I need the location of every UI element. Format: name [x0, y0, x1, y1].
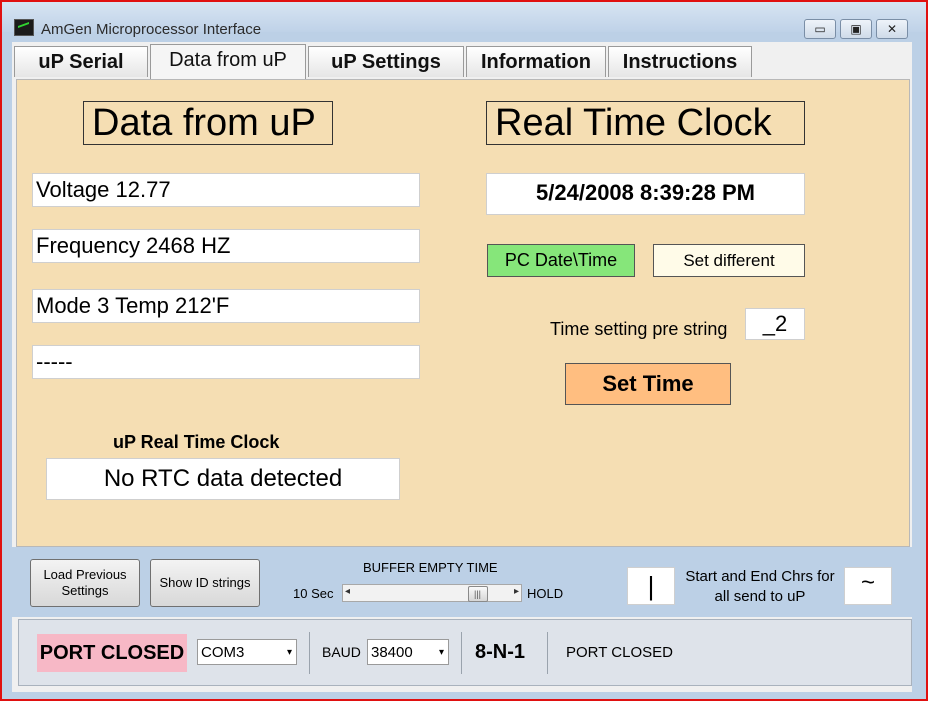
- baud-select[interactable]: 38400 ▾: [367, 639, 449, 665]
- rtc-value: No RTC data detected: [46, 458, 400, 500]
- tab-up-serial[interactable]: uP Serial: [14, 46, 148, 77]
- set-different-button[interactable]: Set different: [653, 244, 805, 277]
- tab-data-from-up[interactable]: Data from uP: [150, 44, 306, 79]
- divider: [547, 632, 548, 674]
- com-port-select[interactable]: COM3 ▾: [197, 639, 297, 665]
- title-bar[interactable]: AmGen Microprocessor Interface ▭ ▣ ✕: [2, 2, 926, 39]
- mode-temp-field: Mode 3 Temp 212'F: [32, 289, 420, 323]
- status-line-field: -----: [32, 345, 420, 379]
- port-status-badge: PORT CLOSED: [37, 634, 187, 672]
- start-end-label: Start and End Chrs for all send to uP: [685, 568, 835, 605]
- port-status-text: PORT CLOSED: [566, 644, 673, 661]
- data-panel: Data from uP Real Time Clock Voltage 12.…: [16, 79, 910, 547]
- set-time-button[interactable]: Set Time: [565, 363, 731, 405]
- slider-min-label: 10 Sec: [293, 586, 334, 601]
- tab-bar: uP Serial Data from uP uP Settings Infor…: [12, 42, 912, 79]
- minimize-button[interactable]: ▭: [804, 19, 836, 39]
- divider: [461, 632, 462, 674]
- maximize-button[interactable]: ▣: [840, 19, 872, 39]
- baud-label: BAUD: [322, 644, 361, 660]
- client-area: uP Serial Data from uP uP Settings Infor…: [12, 42, 912, 692]
- buffer-time-slider[interactable]: ◂ ||| ▸: [342, 584, 522, 602]
- frequency-field: Frequency 2468 HZ: [32, 229, 420, 263]
- rtc-label: uP Real Time Clock: [113, 432, 280, 452]
- voltage-field: Voltage 12.77: [32, 173, 420, 207]
- show-id-strings-button[interactable]: Show ID strings: [150, 559, 260, 607]
- pre-string-input[interactable]: _2: [745, 308, 805, 340]
- divider: [309, 632, 310, 674]
- slider-max-label: HOLD: [527, 586, 564, 601]
- app-icon: [14, 19, 34, 36]
- window-title: AmGen Microprocessor Interface: [41, 21, 262, 38]
- slider-right-arrow[interactable]: ▸: [514, 586, 519, 597]
- load-previous-settings-button[interactable]: Load Previous Settings: [30, 559, 140, 607]
- tab-information[interactable]: Information: [466, 46, 606, 77]
- start-end-char-field[interactable]: |: [627, 567, 675, 605]
- status-bar: PORT CLOSED COM3 ▾ BAUD 38400 ▾ 8-N-1 PO…: [18, 619, 912, 686]
- close-button[interactable]: ✕: [876, 19, 908, 39]
- chevron-down-icon: ▾: [438, 647, 444, 658]
- buffer-empty-time-label: BUFFER EMPTY TIME: [363, 560, 498, 575]
- com-port-value: COM3: [201, 644, 245, 661]
- clock-display: 5/24/2008 8:39:28 PM: [486, 173, 805, 215]
- app-window: AmGen Microprocessor Interface ▭ ▣ ✕ uP …: [0, 0, 928, 701]
- tab-instructions[interactable]: Instructions: [608, 46, 752, 77]
- clock-heading: Real Time Clock: [486, 101, 805, 145]
- serial-format: 8-N-1: [475, 641, 526, 663]
- pre-string-label: Time setting pre string: [550, 319, 728, 339]
- chevron-down-icon: ▾: [286, 647, 292, 658]
- settings-toolbar: Load Previous Settings Show ID strings B…: [12, 547, 912, 617]
- slider-thumb[interactable]: |||: [467, 586, 488, 602]
- slider-left-arrow[interactable]: ◂: [345, 586, 350, 597]
- pc-datetime-button[interactable]: PC Date\Time: [487, 244, 635, 277]
- data-heading: Data from uP: [83, 101, 333, 145]
- tilde-char-field[interactable]: ~: [844, 567, 892, 605]
- baud-value: 38400: [371, 644, 413, 661]
- tab-up-settings[interactable]: uP Settings: [308, 46, 464, 77]
